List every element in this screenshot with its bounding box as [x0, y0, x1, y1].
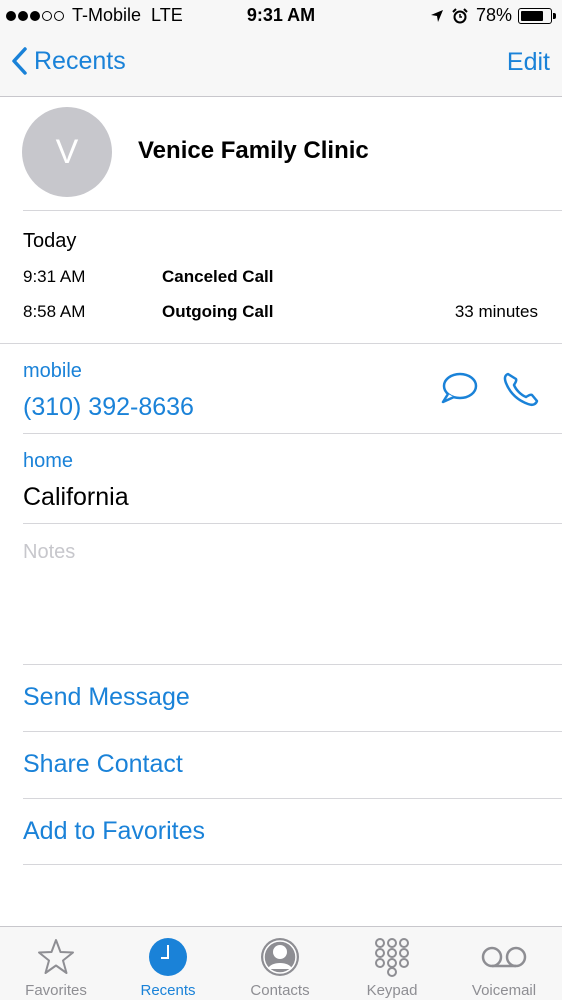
battery-icon	[518, 7, 556, 24]
location-arrow-icon	[430, 9, 443, 22]
divider	[23, 864, 562, 865]
phone-label: mobile	[23, 360, 82, 382]
notes-placeholder: Notes	[23, 541, 76, 563]
add-to-favorites-button[interactable]: Add to Favorites	[0, 799, 562, 865]
status-right: 78%	[430, 5, 556, 26]
phone-number-row[interactable]: mobile (310) 392-8636	[0, 343, 562, 433]
call-type: Outgoing Call	[162, 302, 274, 321]
back-button[interactable]: Recents	[10, 46, 126, 76]
notes-field[interactable]: Notes	[0, 523, 562, 664]
tab-keypad[interactable]: Keypad	[336, 927, 448, 1000]
call-row: 8:58 AM Outgoing Call 33 minutes	[0, 302, 562, 326]
phone-number[interactable]: (310) 392-8636	[23, 393, 194, 422]
call-duration: 33 minutes	[454, 302, 538, 321]
phone-handset-icon[interactable]	[502, 371, 540, 407]
tab-recents[interactable]: Recents	[112, 927, 224, 1000]
tab-label: Keypad	[366, 982, 418, 999]
tab-contacts[interactable]: Contacts	[224, 927, 336, 1000]
tab-label: Contacts	[250, 982, 310, 999]
avatar: V	[22, 107, 112, 197]
tab-label: Favorites	[25, 982, 87, 999]
address-value: California	[23, 483, 129, 511]
clock-icon	[149, 938, 187, 976]
call-type: Canceled Call	[162, 267, 274, 286]
tab-favorites[interactable]: Favorites	[0, 927, 112, 1000]
call-row: 9:31 AM Canceled Call	[0, 267, 562, 291]
call-time: 9:31 AM	[23, 267, 86, 286]
address-label: home	[23, 450, 74, 472]
back-label: Recents	[34, 46, 126, 75]
tab-label: Voicemail	[471, 982, 537, 999]
contact-header: V Venice Family Clinic	[0, 97, 562, 210]
voicemail-icon	[481, 946, 527, 968]
send-message-label: Send Message	[23, 683, 190, 711]
edit-button[interactable]: Edit	[507, 48, 550, 77]
tab-voicemail[interactable]: Voicemail	[448, 927, 560, 1000]
send-message-button[interactable]: Send Message	[0, 665, 562, 731]
history-date: Today	[23, 230, 77, 252]
tab-label: Recents	[140, 982, 196, 999]
star-icon	[38, 939, 74, 974]
share-contact-label: Share Contact	[23, 750, 183, 778]
address-row[interactable]: home California	[0, 433, 562, 523]
call-history: Today 9:31 AM Canceled Call 8:58 AM Outg…	[0, 210, 562, 343]
battery-percent: 78%	[475, 5, 512, 25]
navigation-bar: Recents Edit	[0, 32, 562, 97]
status-bar: T-Mobile LTE 9:31 AM 78%	[0, 0, 562, 32]
add-to-favorites-label: Add to Favorites	[23, 817, 206, 845]
message-bubble-icon[interactable]	[440, 371, 478, 405]
share-contact-button[interactable]: Share Contact	[0, 732, 562, 798]
tab-bar: Favorites Recents Contacts Keypad Voicem…	[0, 926, 562, 1000]
contact-name: Venice Family Clinic	[138, 137, 369, 164]
call-time: 8:58 AM	[23, 302, 86, 321]
person-icon	[261, 938, 299, 976]
chevron-left-icon	[12, 47, 27, 75]
keypad-icon	[375, 938, 409, 977]
alarm-clock-icon	[452, 7, 468, 23]
